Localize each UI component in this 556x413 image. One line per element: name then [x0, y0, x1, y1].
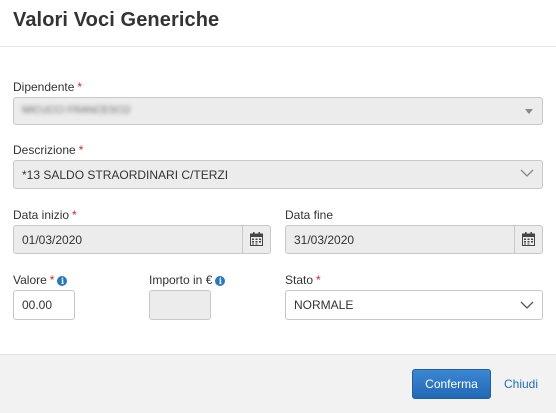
required-marker: * — [78, 143, 84, 157]
required-marker: * — [77, 80, 83, 94]
valore-input[interactable]: 00.00 — [13, 290, 75, 320]
data-inizio-label: Data inizio * — [13, 208, 77, 222]
calendar-icon — [522, 232, 535, 246]
close-link[interactable]: Chiudi — [504, 377, 538, 391]
required-marker: * — [49, 273, 55, 287]
dialog-header: Valori Voci Generiche — [0, 0, 556, 47]
descrizione-value: *13 SALDO STRAORDINARI C/TERZI — [22, 168, 229, 182]
descrizione-label: Descrizione * — [13, 143, 84, 157]
dialog-title: Valori Voci Generiche — [13, 9, 220, 31]
chevron-down-icon — [520, 169, 534, 177]
info-icon[interactable]: i — [57, 276, 68, 286]
chevron-down-icon — [520, 301, 534, 309]
caret-down-icon — [525, 109, 533, 114]
data-fine-label: Data fine — [285, 208, 334, 222]
importo-input — [149, 290, 211, 320]
confirm-button[interactable]: Conferma — [412, 369, 491, 399]
data-inizio-field[interactable]: 01/03/2020 — [13, 225, 271, 254]
data-fine-calendar-button[interactable] — [514, 226, 542, 253]
info-icon[interactable]: i — [215, 276, 226, 286]
dipendente-value: MICUCCI FRANCESCO — [22, 105, 131, 116]
importo-label: Importo in € i — [149, 273, 226, 287]
data-fine-value: 31/03/2020 — [294, 233, 355, 247]
dipendente-label: Dipendente * — [13, 80, 83, 94]
stato-label: Stato * — [285, 273, 321, 287]
data-fine-field[interactable]: 31/03/2020 — [285, 225, 543, 254]
required-marker: * — [72, 208, 77, 222]
calendar-icon — [250, 232, 263, 246]
valore-value: 00.00 — [22, 298, 53, 312]
valore-label: Valore * i — [13, 273, 68, 287]
dipendente-select[interactable]: MICUCCI FRANCESCO — [13, 97, 543, 125]
descrizione-select[interactable]: *13 SALDO STRAORDINARI C/TERZI — [13, 160, 543, 189]
stato-value: NORMALE — [294, 298, 354, 312]
data-inizio-value: 01/03/2020 — [22, 233, 83, 247]
data-inizio-calendar-button[interactable] — [242, 226, 270, 253]
required-marker: * — [316, 273, 321, 287]
stato-select[interactable]: NORMALE — [285, 290, 543, 320]
